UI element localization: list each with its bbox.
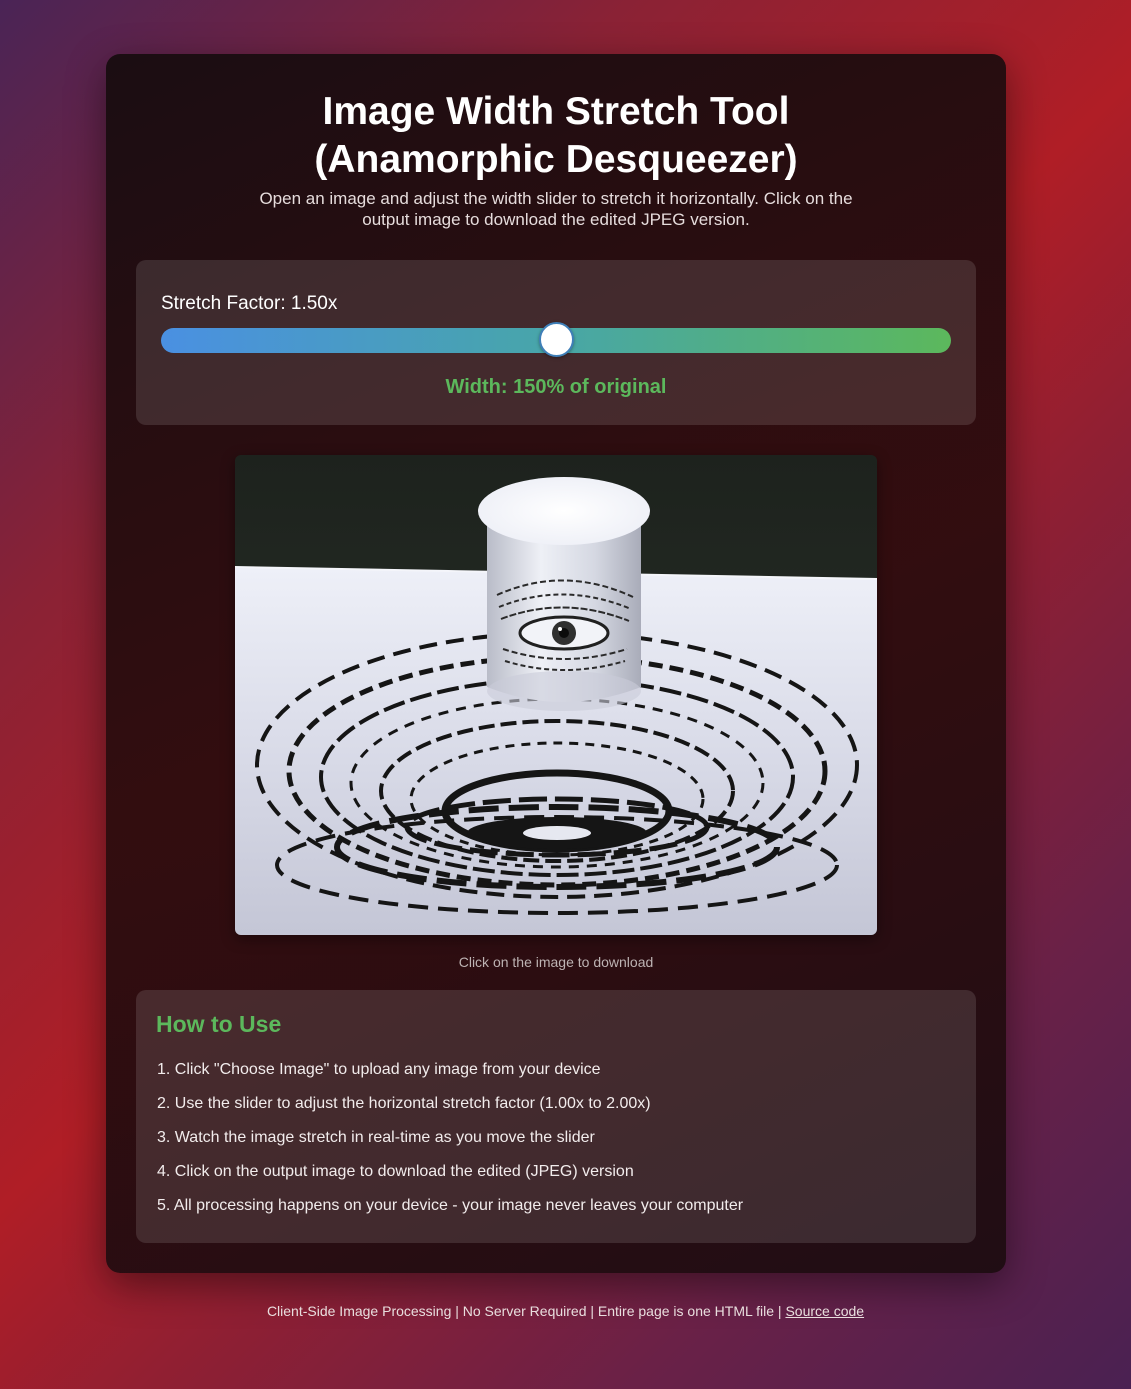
- output-image-picture[interactable]: [235, 455, 877, 935]
- stretch-factor-prefix: Stretch Factor:: [161, 293, 291, 314]
- how-to-step: 1. Click "Choose Image" to upload any im…: [157, 1061, 601, 1078]
- page-subtitle: Open an image and adjust the width slide…: [259, 189, 853, 229]
- stretch-factor-label: Stretch Factor: 1.50x: [161, 293, 337, 315]
- page-title-line1: Image Width Stretch Tool: [322, 90, 790, 133]
- download-hint: Click on the image to download: [458, 954, 654, 970]
- how-to-use-steps: 1. Click "Choose Image" to upload any im…: [157, 1053, 743, 1223]
- output-image[interactable]: [235, 455, 877, 935]
- how-to-step: 4. Click on the output image to download…: [157, 1163, 634, 1180]
- page-title: Image Width Stretch Tool (Anamorphic Des…: [106, 88, 1006, 184]
- footer-text: Client-Side Image Processing | No Server…: [266, 1303, 786, 1319]
- stretch-slider-thumb[interactable]: [539, 322, 574, 357]
- stretch-slider[interactable]: [161, 322, 951, 357]
- how-to-step: 5. All processing happens on your device…: [157, 1197, 744, 1214]
- how-to-step: 2. Use the slider to adjust the horizont…: [157, 1095, 651, 1112]
- how-to-step: 3. Watch the image stretch in real-time …: [157, 1129, 595, 1146]
- width-readout-text: Width: 150% of original: [445, 376, 667, 398]
- footer: Client-Side Image Processing | No Server…: [0, 1303, 1131, 1319]
- width-readout: Width: 150% of original: [136, 376, 976, 399]
- page-title-line2: (Anamorphic Desqueezer): [314, 138, 798, 181]
- how-to-use-title: How to Use: [156, 1011, 282, 1037]
- source-code-link[interactable]: Source code: [785, 1303, 864, 1319]
- how-to-use-panel: How to Use 1. Click "Choose Image" to up…: [136, 990, 976, 1243]
- main-card: Image Width Stretch Tool (Anamorphic Des…: [106, 54, 1006, 1273]
- stretch-factor-value: 1.50x: [290, 293, 338, 314]
- controls-panel: Stretch Factor: 1.50x Width: 150% of ori…: [136, 260, 976, 425]
